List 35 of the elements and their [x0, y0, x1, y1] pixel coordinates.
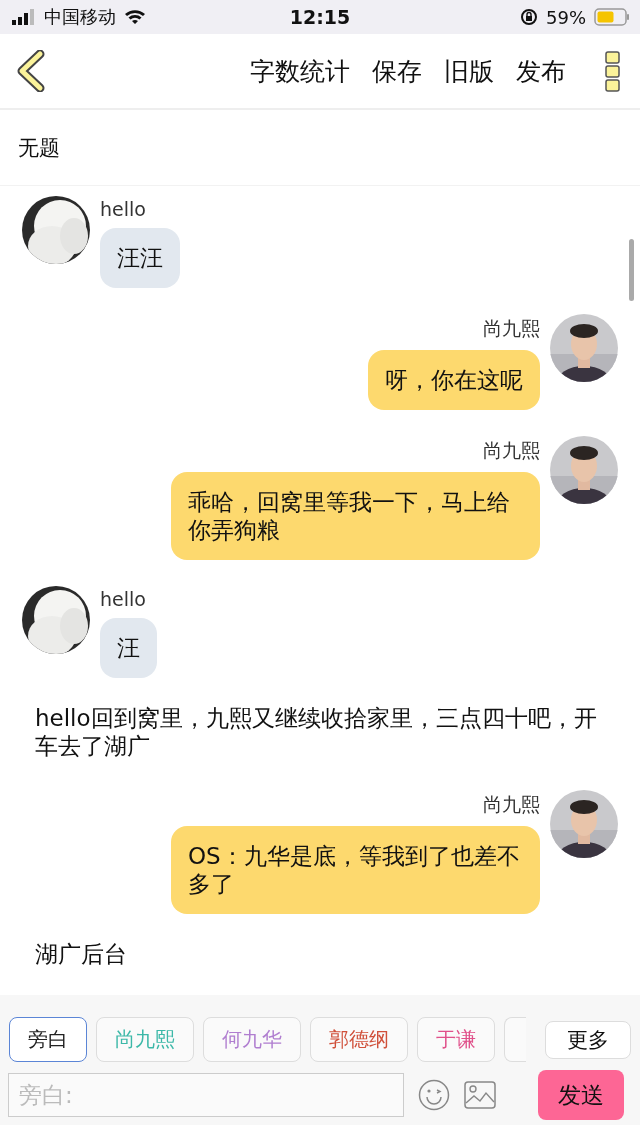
wifi-icon: [124, 9, 146, 25]
sender-name: hello: [100, 588, 146, 610]
send-button[interactable]: 发送: [538, 1070, 624, 1120]
message-bubble: 汪: [100, 618, 157, 678]
battery-icon: [594, 8, 630, 26]
message-input[interactable]: 旁白:: [8, 1073, 404, 1117]
character-chip[interactable]: 郭德纲: [310, 1017, 408, 1062]
toolbar-action[interactable]: 旧版: [436, 54, 502, 88]
more-button[interactable]: 更多: [545, 1021, 631, 1059]
emoji-icon[interactable]: [418, 1079, 450, 1111]
clock-time: 12:15: [289, 6, 351, 28]
message-bubble: 乖哈，回窝里等我一下，马上给你弄狗粮: [171, 472, 540, 560]
toolbar-action[interactable]: 发布: [508, 54, 574, 88]
toolbar-action[interactable]: 字数统计: [242, 54, 358, 88]
image-icon[interactable]: [464, 1081, 496, 1109]
sender-name: 尚九熙: [483, 316, 540, 341]
message-bubble: 汪汪: [100, 228, 180, 288]
signal-icon: [12, 9, 36, 25]
message-bubble: OS：九华是底，等我到了也差不多了: [171, 826, 540, 914]
rotation-lock-icon: [520, 8, 538, 26]
narration-text: hello回到窝里，九熙又继续收拾家里，三点四十吧，开车去了湖广: [35, 704, 598, 760]
carrier-name: 中国移动: [44, 5, 116, 29]
menu-button[interactable]: [604, 50, 622, 92]
message-bubble: 呀，你在这呢: [368, 350, 540, 410]
back-button[interactable]: [16, 50, 46, 92]
battery-percent: 59%: [546, 6, 586, 28]
sender-name: 尚九熙: [483, 792, 540, 817]
sender-name: 尚九熙: [483, 438, 540, 463]
toolbar-action[interactable]: 保存: [364, 54, 430, 88]
narration-text: 湖广后台: [35, 940, 128, 968]
character-chip[interactable]: 旁白: [9, 1017, 87, 1062]
scrollbar: [629, 239, 634, 301]
sender-name: hello: [100, 198, 146, 220]
story-title: 无题: [18, 134, 60, 162]
character-chip[interactable]: 于谦: [417, 1017, 495, 1062]
